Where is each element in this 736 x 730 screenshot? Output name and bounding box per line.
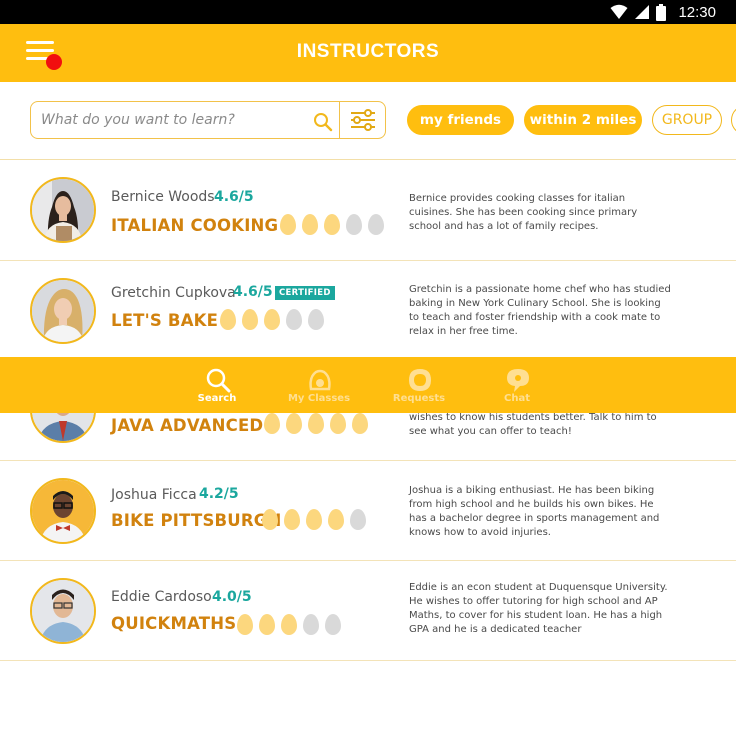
course-title: QUICKMATHS — [111, 614, 237, 633]
course-title: LET'S BAKE — [111, 311, 219, 330]
avatar — [30, 177, 96, 243]
level-dot-filled — [352, 413, 368, 434]
level-dot-empty — [368, 214, 384, 235]
filter-chip-more[interactable] — [731, 105, 736, 135]
level-dot-filled — [242, 309, 258, 330]
certified-badge: CERTIFIED — [275, 286, 335, 300]
instructor-description: wishes to know his students better. Talk… — [409, 412, 657, 437]
level-dot-filled — [308, 413, 324, 434]
instructor-rating: 4.6/5 — [214, 189, 254, 205]
instructor-name: Eddie Cardoso — [111, 589, 212, 605]
filter-settings-button[interactable] — [339, 102, 385, 138]
status-time: 12:30 — [678, 3, 716, 21]
page-title: INSTRUCTORS — [296, 41, 440, 62]
level-dot-empty — [308, 309, 324, 330]
level-dot-filled — [259, 614, 275, 635]
instructor-rating: 4.2/5 — [199, 486, 239, 502]
instructor-rating: 4.6/5 — [233, 284, 273, 300]
sliders-icon — [351, 109, 375, 131]
requests-icon — [409, 369, 431, 391]
instructor-description: Joshua is a biking enthusiast. He has be… — [409, 485, 660, 538]
avatar — [30, 278, 96, 344]
instructor-name: Joshua Ficca — [111, 487, 197, 503]
app-header: INSTRUCTORS — [0, 24, 736, 82]
level-indicator — [280, 214, 384, 235]
avatar — [30, 478, 96, 544]
level-indicator — [264, 413, 368, 434]
level-dot-empty — [286, 309, 302, 330]
search-icon[interactable] — [312, 111, 334, 133]
instructor-row[interactable]: Joshua Ficca 4.2/5 BIKE PITTSBURGH Joshu… — [0, 461, 736, 561]
instructor-row[interactable]: Eddie Cardoso 4.0/5 QUICKMATHS Eddie is … — [0, 561, 736, 661]
instructor-row[interactable]: Bernice Woods 4.6/5 ITALIAN COOKING Bern… — [0, 161, 736, 261]
level-dot-empty — [350, 509, 366, 530]
level-dot-filled — [264, 413, 280, 434]
level-dot-filled — [280, 214, 296, 235]
search-filter-row: my friends within 2 miles GROUP — [0, 82, 736, 160]
tab-search[interactable]: Search — [172, 357, 262, 413]
level-dot-filled — [324, 214, 340, 235]
tab-label: Requests — [392, 393, 446, 404]
course-title: ITALIAN COOKING — [111, 216, 279, 235]
cellular-signal-icon — [635, 5, 650, 19]
level-dot-filled — [306, 509, 322, 530]
level-dot-filled — [302, 214, 318, 235]
level-indicator — [262, 509, 366, 530]
chat-icon — [507, 369, 529, 392]
instructor-description: Eddie is an econ student at Duquensque U… — [409, 582, 668, 635]
tab-chat[interactable]: Chat — [472, 357, 562, 413]
tab-bar: Search My Classes Requests Chat — [0, 357, 736, 413]
search-input[interactable] — [41, 110, 301, 130]
classes-icon — [309, 369, 331, 391]
level-dot-filled — [262, 509, 278, 530]
tab-label: Search — [197, 393, 237, 404]
level-dot-empty — [325, 614, 341, 635]
filter-chip-group[interactable]: GROUP — [652, 105, 722, 135]
tab-requests[interactable]: Requests — [374, 357, 464, 413]
avatar — [30, 578, 96, 644]
instructor-name: Bernice Woods — [111, 189, 215, 205]
search-icon — [206, 368, 231, 393]
level-dot-filled — [284, 509, 300, 530]
tab-label: My Classes — [287, 393, 351, 404]
status-bar: 12:30 — [0, 0, 736, 24]
filter-chip-within-2-miles[interactable]: within 2 miles — [524, 105, 642, 135]
instructor-rating: 4.0/5 — [212, 589, 252, 605]
level-indicator — [220, 309, 324, 330]
instructor-description: Gretchin is a passionate home chef who h… — [409, 284, 671, 337]
level-dot-filled — [286, 413, 302, 434]
battery-icon — [656, 3, 667, 21]
filter-chip-my-friends[interactable]: my friends — [407, 105, 514, 135]
course-title: BIKE PITTSBURGH — [111, 511, 282, 530]
instructor-description: Bernice provides cooking classes for ita… — [409, 193, 638, 232]
status-icons: 12:30 — [610, 3, 716, 21]
level-dot-filled — [328, 509, 344, 530]
instructor-row[interactable]: Gretchin Cupkova 4.6/5 CERTIFIED LET'S B… — [0, 261, 736, 361]
level-dot-filled — [264, 309, 280, 330]
course-title: JAVA ADVANCED — [111, 416, 264, 435]
wifi-icon — [610, 4, 628, 19]
level-dot-empty — [303, 614, 319, 635]
level-dot-filled — [237, 614, 253, 635]
tab-my-classes[interactable]: My Classes — [274, 357, 364, 413]
level-indicator — [237, 614, 341, 635]
level-dot-filled — [281, 614, 297, 635]
tab-label: Chat — [504, 393, 530, 404]
instructor-name: Gretchin Cupkova — [111, 285, 236, 301]
search-box — [30, 101, 386, 139]
level-dot-filled — [220, 309, 236, 330]
level-dot-empty — [346, 214, 362, 235]
level-dot-filled — [330, 413, 346, 434]
